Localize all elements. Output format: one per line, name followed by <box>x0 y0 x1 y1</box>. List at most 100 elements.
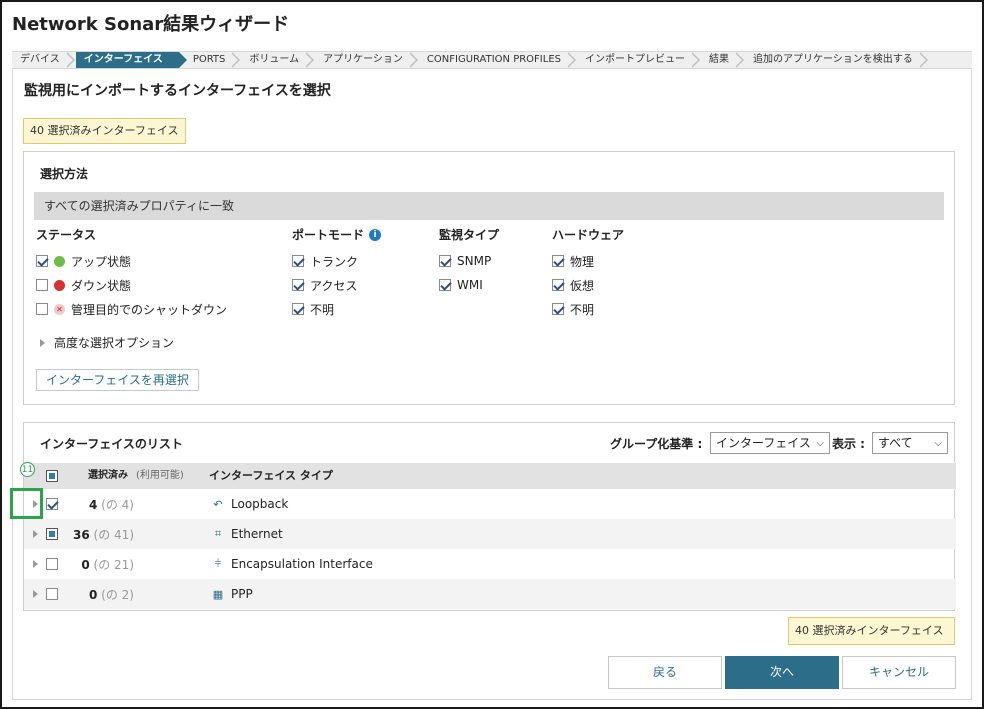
hardware-physical-option[interactable]: 物理 <box>552 249 624 273</box>
row-type-label: Loopback <box>231 497 289 511</box>
reselect-interfaces-button[interactable]: インターフェイスを再選択 <box>36 369 199 391</box>
port-mode-unknown-option[interactable]: 不明 <box>292 297 381 321</box>
wizard-window: Network Sonar結果ウィザード デバイス インターフェイス PORTS… <box>0 0 984 709</box>
col-available-header: (利用可能) <box>136 470 184 481</box>
port-mode-trunk-option[interactable]: トランク <box>292 249 381 273</box>
table-row[interactable]: 4 (の 4) ↶ Loopback <box>24 489 956 519</box>
show-label: 表示 : <box>832 437 865 451</box>
step-ports[interactable]: PORTS <box>179 52 242 68</box>
port-mode-trunk-label: トランク <box>310 254 359 269</box>
monitor-snmp-checkbox[interactable] <box>439 255 451 267</box>
status-down-checkbox[interactable] <box>36 279 48 291</box>
step-interfaces[interactable]: インターフェイス <box>75 52 187 68</box>
status-down-icon <box>54 279 65 291</box>
port-mode-unknown-checkbox[interactable] <box>292 303 304 315</box>
status-down-label: ダウン状態 <box>71 278 132 293</box>
status-up-checkbox[interactable] <box>36 255 48 267</box>
hardware-virtual-checkbox[interactable] <box>552 279 564 291</box>
match-all-bar: すべての選択済みプロパティに一致 <box>34 192 944 220</box>
port-mode-header-row: ポートモード i <box>292 226 382 243</box>
group-by-label: グループ化基準 : <box>610 437 703 451</box>
monitor-wmi-option[interactable]: WMI <box>439 273 499 297</box>
step-applications[interactable]: アプリケーション <box>315 52 419 68</box>
row-count: 0 (の 21) <box>81 557 134 572</box>
row-type-label: Encapsulation Interface <box>231 557 373 571</box>
row-type: ↶ Loopback <box>212 497 288 511</box>
expand-arrow-icon <box>40 338 45 347</box>
step-devices[interactable]: デバイス <box>12 52 76 68</box>
selection-method-panel: 選択方法 すべての選択済みプロパティに一致 ステータス アップ状態 ダウン状態 … <box>23 151 955 405</box>
hardware-virtual-option[interactable]: 仮想 <box>552 273 624 297</box>
monitor-snmp-option[interactable]: SNMP <box>439 249 499 273</box>
monitor-wmi-checkbox[interactable] <box>439 279 451 291</box>
row-type-label: PPP <box>231 587 253 601</box>
ethernet-icon: ⌗ <box>214 527 222 540</box>
row-type: ▦ PPP <box>212 587 253 601</box>
status-header: ステータス <box>36 228 97 242</box>
chevron-down-icon: ⌵ <box>934 438 942 449</box>
show-filter-value: すべて <box>878 436 913 450</box>
breadcrumb: デバイス インターフェイス PORTS ボリューム アプリケーション CONFI… <box>12 51 972 69</box>
hardware-column: ハードウェア 物理 仮想 不明 <box>552 226 624 321</box>
step-results[interactable]: 結果 <box>701 52 745 68</box>
loopback-icon: ↶ <box>213 497 223 511</box>
hardware-unknown-option[interactable]: 不明 <box>552 297 624 321</box>
step-import-preview[interactable]: インポートプレビュー <box>577 52 701 68</box>
port-mode-access-checkbox[interactable] <box>292 279 304 291</box>
step-volumes[interactable]: ボリューム <box>241 52 315 68</box>
monitor-type-header: 監視タイプ <box>439 228 500 242</box>
main-content: 監視用にインポートするインターフェイスを選択 40 選択済みインターフェイス 選… <box>12 70 972 700</box>
row-count: 0 (の 2) <box>88 587 134 602</box>
back-button[interactable]: 戻る <box>608 656 722 689</box>
monitor-snmp-label: SNMP <box>457 254 492 268</box>
window-title: Network Sonar結果ウィザード <box>12 14 290 35</box>
port-mode-unknown-label: 不明 <box>310 302 335 317</box>
encapsulation-icon: ⫩ <box>214 557 222 570</box>
step-discover-more-apps[interactable]: 追加のアプリケーションを検出する <box>745 52 929 68</box>
monitor-wmi-label: WMI <box>457 278 483 292</box>
info-icon[interactable]: i <box>369 228 382 241</box>
hardware-virtual-label: 仮想 <box>570 278 595 293</box>
group-by-value: インターフェイス <box>716 436 811 450</box>
port-mode-column: ポートモード i トランク アクセス 不明 <box>292 226 382 321</box>
footer-selected-count-badge: 40 選択済みインターフェイス <box>788 617 955 645</box>
port-mode-trunk-checkbox[interactable] <box>292 255 304 267</box>
selection-method-title: 選択方法 <box>40 167 89 181</box>
status-admin-down-option[interactable]: ✕ 管理目的でのシャットダウン <box>36 297 227 321</box>
interface-list-panel: インターフェイスのリスト グループ化基準 : インターフェイス ⌵ 表示 : す… <box>23 422 956 611</box>
hardware-physical-checkbox[interactable] <box>552 255 564 267</box>
col-type-header: インターフェイス タイプ <box>209 469 333 482</box>
ppp-icon: ▦ <box>212 587 224 601</box>
next-button[interactable]: 次へ <box>725 656 839 689</box>
row-count: 36 (の 41) <box>73 527 134 542</box>
port-mode-access-label: アクセス <box>310 278 358 293</box>
cancel-button[interactable]: キャンセル <box>842 656 956 689</box>
row-type: ⌗ Ethernet <box>212 527 283 541</box>
status-up-option[interactable]: アップ状態 <box>36 249 227 273</box>
monitor-type-column: 監視タイプ SNMP WMI <box>439 226 499 297</box>
advanced-options-toggle[interactable]: 高度な選択オプション <box>40 334 174 351</box>
expand-arrow-icon[interactable] <box>33 590 38 598</box>
table-row[interactable]: 36 (の 41) ⌗ Ethernet <box>24 519 956 549</box>
page-heading: 監視用にインポートするインターフェイスを選択 <box>24 83 331 99</box>
expand-arrow-icon[interactable] <box>33 560 38 568</box>
expand-arrow-icon[interactable] <box>33 530 38 538</box>
table-row[interactable]: 0 (の 21) ⫩ Encapsulation Interface <box>24 549 956 579</box>
group-by-select[interactable]: インターフェイス ⌵ <box>710 432 830 454</box>
status-down-option[interactable]: ダウン状態 <box>36 273 227 297</box>
status-up-icon <box>54 255 65 267</box>
table-row[interactable]: 0 (の 2) ▦ PPP <box>24 579 956 609</box>
table-header: 選択済み (利用可能) インターフェイス タイプ <box>24 463 956 489</box>
show-filter-select[interactable]: すべて ⌵ <box>872 432 948 454</box>
annotation-highlight-box <box>10 488 43 519</box>
step-configuration-profiles[interactable]: CONFIGURATION PROFILES <box>419 52 577 68</box>
row-count: 4 (の 4) <box>88 497 134 512</box>
hardware-unknown-checkbox[interactable] <box>552 303 564 315</box>
selected-count-badge: 40 選択済みインターフェイス <box>23 118 186 144</box>
status-admin-down-checkbox[interactable] <box>36 303 48 315</box>
select-all-checkbox[interactable] <box>46 470 58 482</box>
row-type: ⫩ Encapsulation Interface <box>212 557 373 571</box>
advanced-options-label: 高度な選択オプション <box>54 336 175 350</box>
port-mode-access-option[interactable]: アクセス <box>292 273 381 297</box>
hardware-physical-label: 物理 <box>570 254 595 269</box>
